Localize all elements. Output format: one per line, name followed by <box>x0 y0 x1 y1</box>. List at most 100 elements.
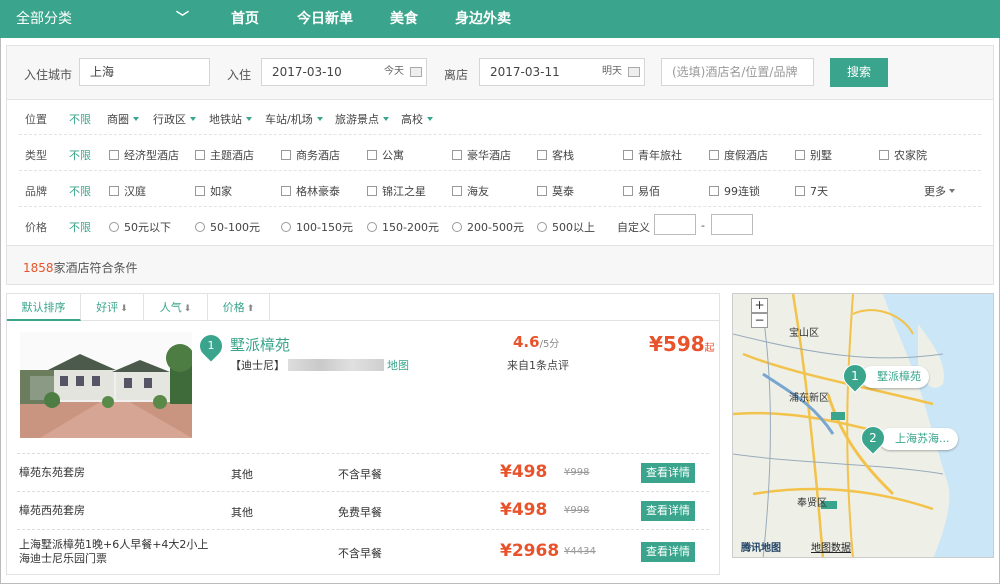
option-label: 青年旅社 <box>638 149 682 162</box>
checkbox-type[interactable]: 度假酒店 <box>709 147 768 163</box>
checkbox-type[interactable]: 商务酒店 <box>281 147 340 163</box>
result-count-number: 1858 <box>23 261 54 275</box>
checkbox-type[interactable]: 客栈 <box>537 147 574 163</box>
radio-price[interactable]: 200-500元 <box>452 219 524 235</box>
option-label: 150-200元 <box>382 221 439 234</box>
filter-price-all[interactable]: 不限 <box>69 219 91 235</box>
radio-price[interactable]: 50-100元 <box>195 219 260 235</box>
map-data-link[interactable]: 地图数据 <box>811 539 851 554</box>
tab-default-sort[interactable]: 默认排序 <box>7 294 81 321</box>
checkbox-icon <box>795 186 805 196</box>
option-label: 锦江之星 <box>382 185 426 198</box>
filter-location-all[interactable]: 不限 <box>69 111 91 127</box>
radio-price[interactable]: 100-150元 <box>281 219 353 235</box>
sort-tabs: 默认排序 好评 ⬇ 人气 ⬇ 价格 ⬆ <box>7 294 719 321</box>
filter-brand-all[interactable]: 不限 <box>69 183 91 199</box>
city-input[interactable]: 上海 <box>79 58 210 86</box>
filter-title-type: 类型 <box>25 149 47 162</box>
room-price: ¥498 <box>500 462 548 482</box>
map-label-baoshan: 宝山区 <box>789 328 819 339</box>
checkbox-brand[interactable]: 莫泰 <box>537 183 574 199</box>
checkbox-type[interactable]: 别墅 <box>795 147 832 163</box>
price-min-input[interactable] <box>654 214 696 235</box>
tab-label: 价格 <box>222 301 245 314</box>
filter-dropdown-metro[interactable]: 地铁站 <box>209 111 252 127</box>
zoom-in-button[interactable]: + <box>751 298 768 313</box>
filter-dropdown-business-area[interactable]: 商圈 <box>107 111 139 127</box>
option-label: 50元以下 <box>124 221 171 234</box>
checkbox-icon <box>452 186 462 196</box>
option-label: 经济型酒店 <box>124 149 179 162</box>
tab-label: 人气 <box>159 301 182 314</box>
nav-delivery[interactable]: 身边外卖 <box>455 0 511 38</box>
tab-rating[interactable]: 好评 ⬇ <box>81 294 144 321</box>
checkbox-brand[interactable]: 99连锁 <box>709 183 760 199</box>
checkin-hint: 今天 <box>384 66 404 77</box>
checkbox-brand[interactable]: 易佰 <box>623 183 660 199</box>
tab-popularity[interactable]: 人气 ⬇ <box>144 294 208 321</box>
nav-home[interactable]: 首页 <box>231 0 259 38</box>
checkbox-brand[interactable]: 海友 <box>452 183 489 199</box>
checkbox-type[interactable]: 主题酒店 <box>195 147 254 163</box>
tab-price[interactable]: 价格 ⬆ <box>208 294 270 321</box>
filter-dropdown-district[interactable]: 行政区 <box>153 111 196 127</box>
filter-dropdown-station[interactable]: 车站/机场 <box>265 111 323 127</box>
checkbox-type[interactable]: 豪华酒店 <box>452 147 511 163</box>
radio-icon <box>367 222 377 232</box>
map-panel[interactable]: + − 宝山区 浦东新区 奉贤区 墅派樟苑 1 上海苏海... 2 腾讯地图 地… <box>732 293 994 558</box>
view-details-button[interactable]: 查看详情 <box>641 501 695 521</box>
room-breakfast: 不含早餐 <box>338 468 382 481</box>
filter-dropdown-attractions[interactable]: 旅游景点 <box>335 111 389 127</box>
checkin-value: 2017-03-10 <box>272 65 342 79</box>
radio-price[interactable]: 500以上 <box>537 219 595 235</box>
hotel-marker-pin: 1 <box>195 330 227 362</box>
brand-more-button[interactable]: 更多 <box>924 183 955 199</box>
search-button[interactable]: 搜索 <box>830 58 888 87</box>
calendar-icon[interactable] <box>410 67 422 77</box>
marker-number: 2 <box>869 431 877 445</box>
checkbox-icon <box>537 150 547 160</box>
checkbox-brand[interactable]: 如家 <box>195 183 232 199</box>
option-label: 100-150元 <box>296 221 353 234</box>
marker-number: 1 <box>207 339 215 352</box>
calendar-icon[interactable] <box>628 67 640 77</box>
hotel-photo[interactable] <box>20 332 192 438</box>
checkbox-type[interactable]: 公寓 <box>367 147 404 163</box>
room-breakfast: 免费早餐 <box>338 506 382 519</box>
hotel-review-count[interactable]: 来自1条点评 <box>507 357 569 373</box>
filter-dropdown-university[interactable]: 高校 <box>401 111 433 127</box>
category-dropdown[interactable]: 全部分类 ﹀ <box>0 0 210 38</box>
keyword-input[interactable]: (选填)酒店名/位置/品牌 <box>661 58 814 86</box>
result-count: 1858家酒店符合条件 <box>23 259 138 276</box>
map-marker-label[interactable]: 墅派樟苑 <box>861 366 929 388</box>
arrow-down-icon: ⬇ <box>120 304 128 314</box>
hotel-map-link[interactable]: 地图 <box>387 359 409 372</box>
checkbox-brand[interactable]: 锦江之星 <box>367 183 426 199</box>
caret-down-icon <box>246 117 252 121</box>
hotel-name-link[interactable]: 墅派樟苑 <box>230 334 290 355</box>
checkbox-brand[interactable]: 7天 <box>795 183 828 199</box>
map-marker-label[interactable]: 上海苏海... <box>879 428 958 450</box>
hotel-address: 【迪士尼】 地图 <box>230 357 409 373</box>
checkbox-type[interactable]: 青年旅社 <box>623 147 682 163</box>
price-max-input[interactable] <box>711 214 753 235</box>
view-details-button[interactable]: 查看详情 <box>641 542 695 562</box>
checkin-date-input[interactable]: 2017-03-10 今天 <box>261 58 427 86</box>
view-details-button[interactable]: 查看详情 <box>641 463 695 483</box>
option-label: 豪华酒店 <box>467 149 511 162</box>
radio-icon <box>281 222 291 232</box>
zoom-out-button[interactable]: − <box>751 313 768 328</box>
checkbox-icon <box>623 186 633 196</box>
nav-today-deals[interactable]: 今日新单 <box>297 0 353 38</box>
radio-price[interactable]: 50元以下 <box>109 219 171 235</box>
checkbox-brand[interactable]: 汉庭 <box>109 183 146 199</box>
checkbox-type[interactable]: 经济型酒店 <box>109 147 179 163</box>
checkbox-type[interactable]: 农家院 <box>879 147 927 163</box>
radio-price[interactable]: 150-200元 <box>367 219 439 235</box>
filter-type-all[interactable]: 不限 <box>69 147 91 163</box>
checkout-date-input[interactable]: 2017-03-11 明天 <box>479 58 645 86</box>
nav-food[interactable]: 美食 <box>390 0 418 38</box>
checkbox-brand[interactable]: 格林豪泰 <box>281 183 340 199</box>
checkbox-icon <box>623 150 633 160</box>
room-row: 樟苑西苑套房 其他 免费早餐 ¥498 ¥998 查看详情 <box>17 491 709 529</box>
